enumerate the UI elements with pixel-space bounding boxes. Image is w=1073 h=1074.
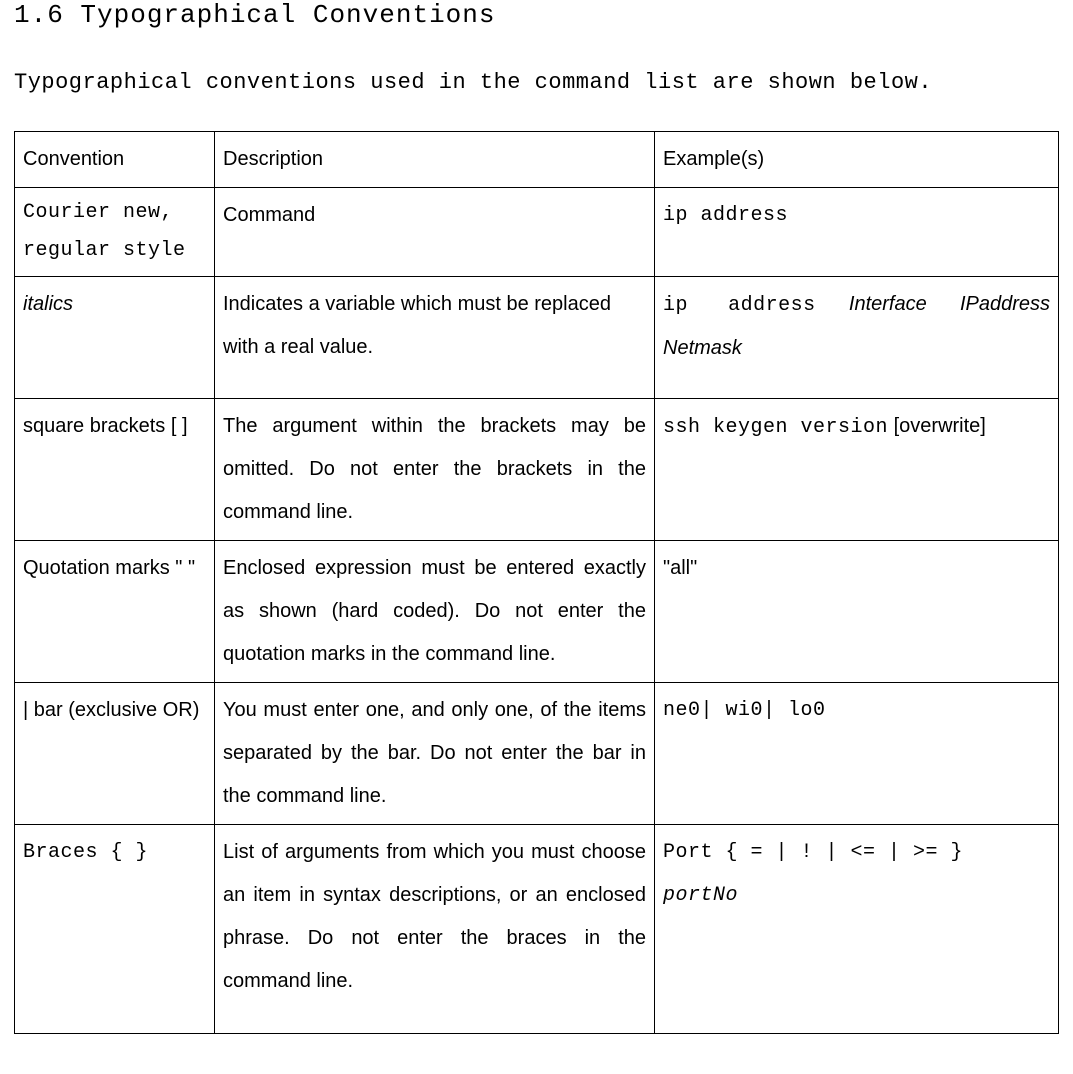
example-mono: ssh keygen version: [663, 416, 888, 439]
example-cell: "all": [655, 541, 1059, 683]
convention-cell: Courier new, regular style: [15, 188, 215, 277]
header-convention: Convention: [15, 132, 215, 188]
example-cell: ssh keygen version [overwrite]: [655, 399, 1059, 541]
example-mono: Port { = | ! | <= | >= }: [663, 841, 963, 864]
description-cell: Enclosed expression must be entered exac…: [215, 541, 655, 683]
table-row: square brackets [ ] The argument within …: [15, 399, 1059, 541]
document-page: { "heading": "1.6 Typographical Conventi…: [0, 0, 1073, 1074]
description-cell: The argument within the brackets may be …: [215, 399, 655, 541]
description-cell: Indicates a variable which must be repla…: [215, 277, 655, 399]
example-cell: ip address: [655, 188, 1059, 277]
description-cell: Command: [215, 188, 655, 277]
example-cell: ip address Interface IPaddress Netmask: [655, 277, 1059, 399]
convention-cell: square brackets [ ]: [15, 399, 215, 541]
table-row: Quotation marks " " Enclosed expression …: [15, 541, 1059, 683]
convention-cell: Quotation marks " ": [15, 541, 215, 683]
table-row: Braces { } List of arguments from which …: [15, 825, 1059, 1034]
example-mono-italic: portNo: [663, 884, 738, 907]
intro-text: Typographical conventions used in the co…: [14, 70, 1059, 95]
description-cell: List of arguments from which you must ch…: [215, 825, 655, 1034]
section-heading: 1.6 Typographical Conventions: [14, 0, 1059, 30]
table-row: Courier new, regular style Command ip ad…: [15, 188, 1059, 277]
example-cell: Port { = | ! | <= | >= } portNo: [655, 825, 1059, 1034]
conventions-table: Convention Description Example(s) Courie…: [14, 131, 1059, 1034]
table-header-row: Convention Description Example(s): [15, 132, 1059, 188]
table-row: italics Indicates a variable which must …: [15, 277, 1059, 399]
header-description: Description: [215, 132, 655, 188]
example-mono: ip address: [663, 294, 816, 317]
convention-cell: Braces { }: [15, 825, 215, 1034]
header-examples: Example(s): [655, 132, 1059, 188]
convention-cell: | bar (exclusive OR): [15, 683, 215, 825]
example-cell: ne0| wi0| lo0: [655, 683, 1059, 825]
table-row: | bar (exclusive OR) You must enter one,…: [15, 683, 1059, 825]
description-cell: You must enter one, and only one, of the…: [215, 683, 655, 825]
convention-cell: italics: [15, 277, 215, 399]
example-sans: [overwrite]: [888, 415, 986, 437]
